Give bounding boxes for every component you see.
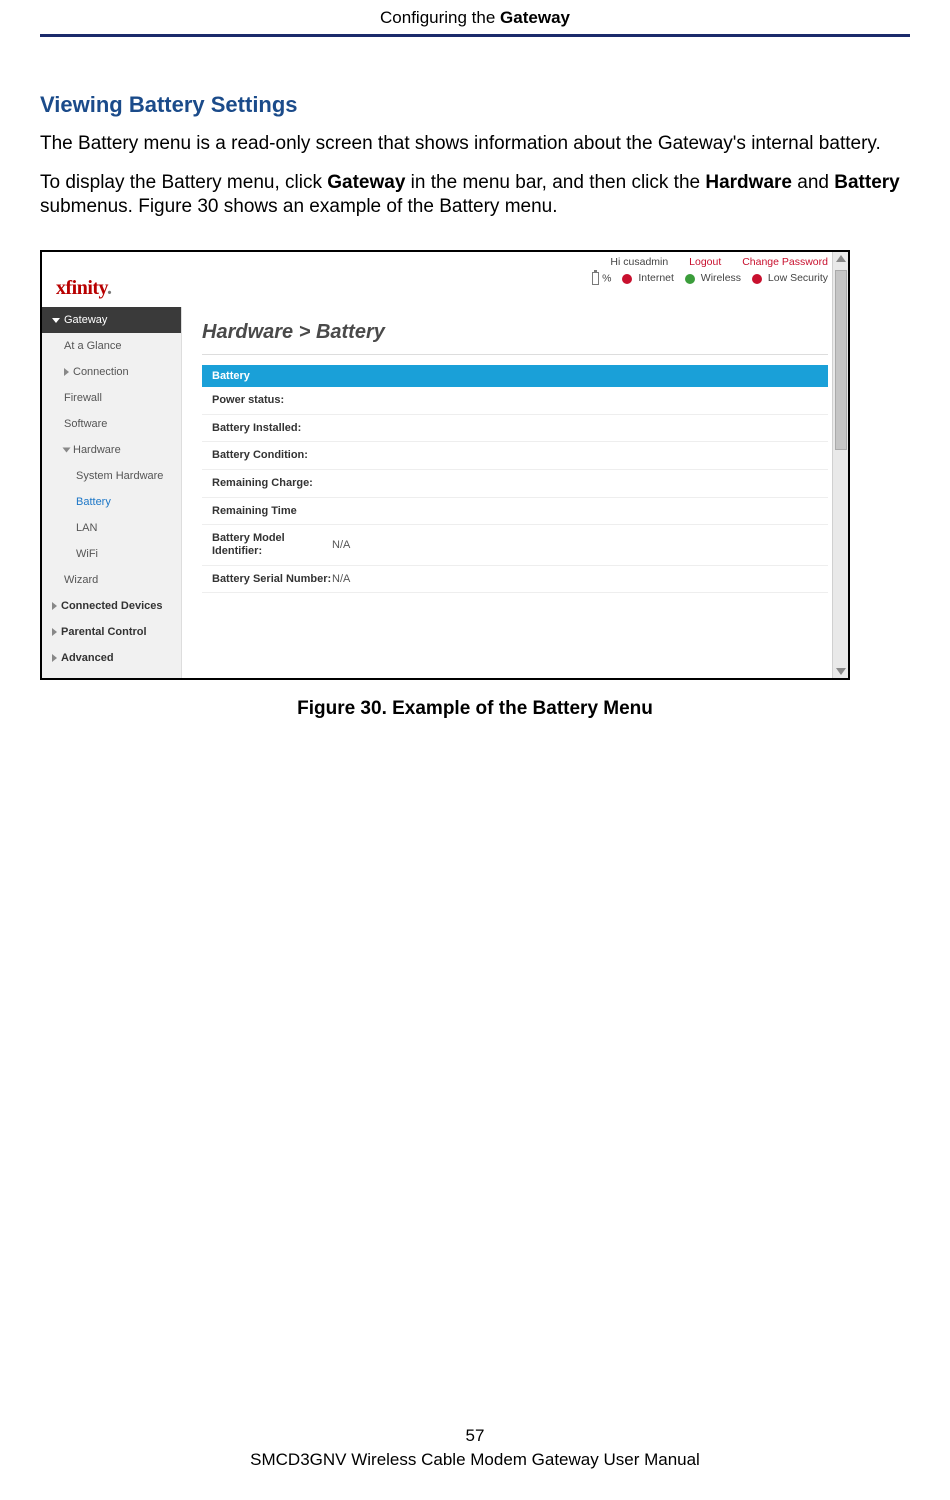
breadcrumb: Hardware > Battery: [202, 317, 828, 355]
row-battery-installed: Battery Installed:: [202, 415, 828, 443]
change-password-link[interactable]: Change Password: [742, 256, 828, 268]
status-wireless: Wireless: [685, 272, 741, 284]
status-dot-red-icon: [622, 274, 632, 284]
sidebar-item-connected-devices[interactable]: Connected Devices: [42, 593, 181, 619]
status-internet: Internet: [622, 272, 674, 284]
status-dot-red-icon: [752, 274, 762, 284]
sidebar-item-connection[interactable]: Connection: [42, 359, 181, 385]
sidebar-item-battery[interactable]: Battery: [42, 489, 181, 515]
panel-title: Battery: [202, 365, 828, 387]
logout-link[interactable]: Logout: [689, 256, 721, 268]
row-remaining-time: Remaining Time: [202, 498, 828, 526]
header-bold: Gateway: [500, 8, 570, 27]
p2-t3: and: [792, 172, 834, 193]
row-model-id: Battery Model Identifier: N/A: [202, 525, 828, 565]
battery-indicator: %: [592, 272, 611, 285]
status-security: Low Security: [752, 272, 828, 284]
logo-text: xfinity.: [56, 277, 111, 299]
sidebar-item-gateway[interactable]: Gateway: [42, 307, 181, 333]
sidebar-item-at-a-glance[interactable]: At a Glance: [42, 333, 181, 359]
chevron-right-icon: [52, 654, 57, 662]
scrollbar[interactable]: [832, 252, 848, 678]
p2-t1: To display the Battery menu, click: [40, 172, 327, 193]
main-panel: Hardware > Battery Battery Power status:…: [182, 307, 848, 678]
scroll-thumb[interactable]: [835, 270, 847, 450]
label-battery-condition: Battery Condition:: [212, 449, 332, 462]
battery-icon: [592, 272, 599, 285]
sidebar-item-hardware[interactable]: Hardware: [42, 437, 181, 463]
logo: xfinity.: [42, 252, 212, 307]
section-title: Viewing Battery Settings: [40, 92, 910, 118]
sidebar-item-troubleshooting[interactable]: Troubleshooting: [42, 671, 181, 680]
chevron-right-icon: [52, 602, 57, 610]
chevron-right-icon: [52, 628, 57, 636]
sidebar-item-lan[interactable]: LAN: [42, 515, 181, 541]
sidebar: Gateway At a Glance Connection Firewall …: [42, 307, 182, 678]
sidebar-item-software[interactable]: Software: [42, 411, 181, 437]
status-dot-green-icon: [685, 274, 695, 284]
scroll-down-icon[interactable]: [836, 668, 846, 675]
p2-b3: Battery: [834, 172, 899, 193]
scroll-up-icon[interactable]: [836, 255, 846, 262]
sidebar-item-parental-control[interactable]: Parental Control: [42, 619, 181, 645]
sidebar-item-firewall[interactable]: Firewall: [42, 385, 181, 411]
chevron-down-icon: [52, 318, 60, 323]
sidebar-item-advanced[interactable]: Advanced: [42, 645, 181, 671]
figure-caption: Figure 30. Example of the Battery Menu: [40, 698, 910, 720]
p2-t2: in the menu bar, and then click the: [405, 172, 705, 193]
label-remaining-charge: Remaining Charge:: [212, 477, 332, 490]
page-footer: 57 SMCD3GNV Wireless Cable Modem Gateway…: [0, 1426, 950, 1470]
chevron-right-icon: [63, 448, 71, 453]
page-header: Configuring the Gateway: [0, 0, 950, 34]
label-power-status: Power status:: [212, 394, 332, 407]
sidebar-item-wizard[interactable]: Wizard: [42, 567, 181, 593]
p2-t4: submenus. Figure 30 shows an example of …: [40, 196, 558, 217]
p2-b1: Gateway: [327, 172, 405, 193]
p2-b2: Hardware: [705, 172, 792, 193]
row-battery-condition: Battery Condition:: [202, 442, 828, 470]
sidebar-item-wifi[interactable]: WiFi: [42, 541, 181, 567]
label-serial: Battery Serial Number:: [212, 573, 332, 586]
paragraph-1: The Battery menu is a read-only screen t…: [40, 132, 910, 157]
greeting: Hi cusadmin: [610, 256, 668, 268]
chevron-right-icon: [64, 368, 69, 376]
paragraph-2: To display the Battery menu, click Gatew…: [40, 171, 910, 220]
sidebar-item-system-hardware[interactable]: System Hardware: [42, 463, 181, 489]
label-remaining-time: Remaining Time: [212, 505, 332, 518]
manual-title: SMCD3GNV Wireless Cable Modem Gateway Us…: [0, 1450, 950, 1470]
row-remaining-charge: Remaining Charge:: [202, 470, 828, 498]
page-number: 57: [0, 1426, 950, 1446]
header-prefix: Configuring the: [380, 8, 500, 27]
row-power-status: Power status:: [202, 387, 828, 415]
value-serial: N/A: [332, 573, 350, 585]
label-model-id: Battery Model Identifier:: [212, 532, 332, 557]
figure-screenshot: xfinity. Hi cusadmin Logout Change Passw…: [40, 250, 850, 680]
value-model-id: N/A: [332, 539, 350, 551]
label-battery-installed: Battery Installed:: [212, 422, 332, 435]
row-serial: Battery Serial Number: N/A: [202, 566, 828, 594]
